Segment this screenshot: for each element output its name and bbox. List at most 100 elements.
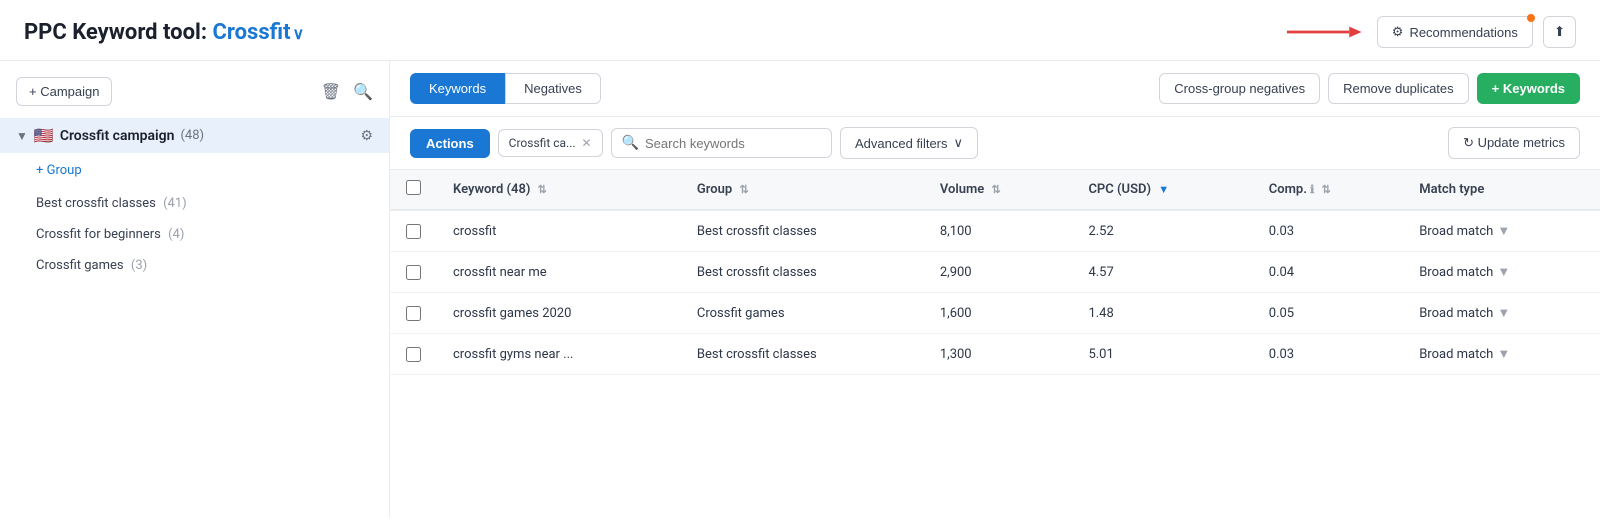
- row-group: Best crossfit classes: [681, 210, 924, 252]
- recommendations-icon: ⚙: [1392, 24, 1404, 40]
- keyword-sort-icon[interactable]: ⇅: [538, 183, 547, 196]
- row-checkbox-cell: [390, 210, 437, 252]
- col-comp-label: Comp.: [1269, 182, 1307, 197]
- campaign-chip[interactable]: Crossfit ca... ✕: [498, 129, 603, 157]
- tabs-right: Cross-group negatives Remove duplicates …: [1159, 73, 1580, 104]
- campaign-item[interactable]: ▼ 🇺🇸 Crossfit campaign (48) ⚙: [0, 118, 389, 153]
- filter-bar-right: ↻ Update metrics: [1448, 127, 1580, 159]
- campaign-name: Crossfit campaign: [60, 128, 175, 144]
- search-input[interactable]: [645, 136, 821, 151]
- row-checkbox[interactable]: [406, 265, 421, 280]
- recommendations-button[interactable]: ⚙ Recommendations: [1377, 16, 1533, 48]
- col-cpc: CPC (USD) ▼: [1072, 170, 1252, 210]
- match-type-chevron[interactable]: ▼: [1497, 346, 1510, 362]
- keywords-tab-label: Keywords: [429, 81, 486, 96]
- row-volume: 8,100: [924, 210, 1073, 252]
- list-item[interactable]: Crossfit games (3): [0, 250, 389, 281]
- row-group: Best crossfit classes: [681, 334, 924, 375]
- update-metrics-button[interactable]: ↻ Update metrics: [1448, 127, 1580, 159]
- row-checkbox[interactable]: [406, 347, 421, 362]
- content-tabs: Keywords Negatives Cross-group negatives…: [390, 61, 1600, 117]
- row-match-type: Broad match ▼: [1403, 252, 1600, 293]
- match-type-value: Broad match: [1419, 224, 1493, 239]
- row-match-type: Broad match ▼: [1403, 334, 1600, 375]
- group-name: Crossfit games: [36, 258, 124, 273]
- match-type-chevron[interactable]: ▼: [1497, 305, 1510, 321]
- remove-duplicates-button[interactable]: Remove duplicates: [1328, 73, 1469, 104]
- match-type-chevron[interactable]: ▼: [1497, 223, 1510, 239]
- row-group: Crossfit games: [681, 293, 924, 334]
- add-group-button[interactable]: + Group: [0, 153, 389, 188]
- sidebar-icons: 🗑 🔍: [321, 82, 373, 101]
- comp-info-icon[interactable]: ℹ: [1310, 183, 1314, 196]
- filter-bar-left: Actions Crossfit ca... ✕ 🔍 Advanced filt…: [410, 127, 978, 159]
- comp-sort-icon[interactable]: ⇅: [1322, 183, 1331, 196]
- top-bar: PPC Keyword tool: Crossfit∨ ⚙ Recommenda…: [0, 0, 1600, 61]
- col-group: Group ⇅: [681, 170, 924, 210]
- advanced-filters-chevron: ∨: [954, 135, 964, 151]
- list-item[interactable]: Best crossfit classes (41): [0, 188, 389, 219]
- row-cpc: 5.01: [1072, 334, 1252, 375]
- row-keyword: crossfit: [437, 210, 681, 252]
- export-icon: ⬆: [1554, 24, 1565, 39]
- row-checkbox-cell: [390, 293, 437, 334]
- campaign-chip-label: Crossfit ca...: [509, 136, 576, 150]
- row-comp: 0.04: [1253, 252, 1403, 293]
- content-area: Keywords Negatives Cross-group negatives…: [390, 61, 1600, 517]
- negatives-tab-label: Negatives: [524, 81, 582, 96]
- add-keywords-button[interactable]: + Keywords: [1477, 73, 1580, 104]
- table-row: crossfit Best crossfit classes 8,100 2.5…: [390, 210, 1600, 252]
- actions-button[interactable]: Actions: [410, 129, 490, 158]
- cross-group-negatives-button[interactable]: Cross-group negatives: [1159, 73, 1320, 104]
- delete-icon[interactable]: 🗑: [321, 82, 341, 101]
- volume-sort-icon[interactable]: ⇅: [992, 183, 1001, 196]
- col-match-type: Match type: [1403, 170, 1600, 210]
- campaign-chevron-icon: ▼: [16, 129, 28, 143]
- col-comp: Comp. ℹ ⇅: [1253, 170, 1403, 210]
- group-sort-icon[interactable]: ⇅: [739, 183, 748, 196]
- advanced-filters-button[interactable]: Advanced filters ∨: [840, 127, 978, 159]
- chip-close-icon[interactable]: ✕: [582, 136, 592, 150]
- row-checkbox[interactable]: [406, 224, 421, 239]
- col-checkbox: [390, 170, 437, 210]
- list-item[interactable]: Crossfit for beginners (4): [0, 219, 389, 250]
- row-match-type: Broad match ▼: [1403, 210, 1600, 252]
- table-header-row: Keyword (48) ⇅ Group ⇅ Volume ⇅ CPC (U: [390, 170, 1600, 210]
- row-checkbox[interactable]: [406, 306, 421, 321]
- row-comp: 0.03: [1253, 210, 1403, 252]
- row-comp: 0.05: [1253, 293, 1403, 334]
- col-volume-label: Volume: [940, 182, 984, 197]
- add-campaign-label: + Campaign: [29, 84, 99, 99]
- group-name: Best crossfit classes: [36, 196, 156, 211]
- search-icon[interactable]: 🔍: [353, 82, 373, 101]
- match-type-chevron[interactable]: ▼: [1497, 264, 1510, 280]
- row-checkbox-cell: [390, 252, 437, 293]
- row-keyword: crossfit near me: [437, 252, 681, 293]
- page-title: PPC Keyword tool: Crossfit∨: [24, 20, 304, 45]
- title-chevron[interactable]: ∨: [293, 24, 305, 43]
- actions-label: Actions: [426, 136, 474, 151]
- sidebar-top: + Campaign 🗑 🔍: [0, 77, 389, 118]
- table-row: crossfit gyms near ... Best crossfit cla…: [390, 334, 1600, 375]
- match-type-value: Broad match: [1419, 265, 1493, 280]
- row-match-type: Broad match ▼: [1403, 293, 1600, 334]
- remove-duplicates-label: Remove duplicates: [1343, 81, 1454, 96]
- tab-keywords[interactable]: Keywords: [410, 73, 505, 104]
- add-campaign-button[interactable]: + Campaign: [16, 77, 112, 106]
- title-prefix: PPC Keyword tool:: [24, 20, 213, 45]
- filter-bar: Actions Crossfit ca... ✕ 🔍 Advanced filt…: [390, 117, 1600, 170]
- cpc-sort-icon[interactable]: ▼: [1158, 183, 1169, 196]
- row-group: Best crossfit classes: [681, 252, 924, 293]
- select-all-checkbox[interactable]: [406, 180, 421, 195]
- campaign-count: (48): [180, 128, 204, 143]
- row-checkbox-cell: [390, 334, 437, 375]
- campaign-settings-icon[interactable]: ⚙: [360, 128, 373, 144]
- arrow-indicator: [1287, 20, 1367, 44]
- col-volume: Volume ⇅: [924, 170, 1073, 210]
- main-layout: + Campaign 🗑 🔍 ▼ 🇺🇸 Crossfit campaign (4…: [0, 61, 1600, 517]
- export-button[interactable]: ⬆: [1543, 16, 1576, 48]
- cross-group-negatives-label: Cross-group negatives: [1174, 81, 1305, 96]
- tab-negatives[interactable]: Negatives: [505, 73, 601, 104]
- row-cpc: 4.57: [1072, 252, 1252, 293]
- match-type-value: Broad match: [1419, 306, 1493, 321]
